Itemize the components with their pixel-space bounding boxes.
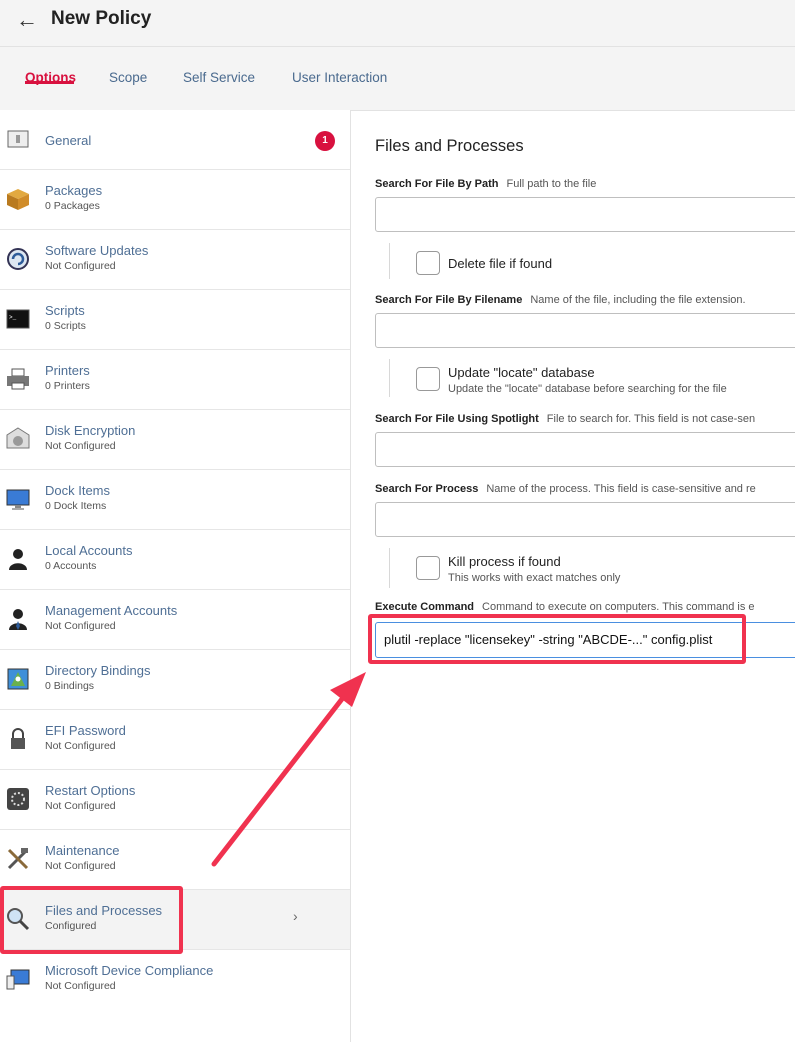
tools-icon (7, 848, 29, 870)
update-locate-checkbox[interactable] (416, 367, 440, 391)
update-locate-label: Update "locate" database (448, 365, 595, 380)
terminal-icon: >_ (6, 309, 30, 329)
command-highlight-box (368, 614, 746, 664)
sidebar-item-label: Printers (45, 363, 90, 378)
sidebar-item-management-accounts[interactable]: Management Accounts Not Configured (0, 590, 350, 650)
sidebar-item-local-accounts[interactable]: Local Accounts 0 Accounts (0, 530, 350, 590)
device-compliance-icon (6, 969, 30, 990)
directory-icon (7, 668, 29, 690)
printer-icon (7, 368, 29, 390)
monitor-icon (6, 489, 30, 510)
sidebar-item-label: Local Accounts (45, 543, 133, 558)
update-locate-hint: Update the "locate" database before sear… (448, 383, 727, 395)
indent-divider (389, 548, 390, 588)
execute-command-label: Execute Command Command to execute on com… (375, 601, 755, 613)
sidebar-item-label: EFI Password (45, 723, 126, 738)
sidebar-item-status: 0 Packages (45, 200, 100, 212)
search-by-filename-label: Search For File By Filename Name of the f… (375, 294, 746, 306)
sidebar-item-status: Not Configured (45, 440, 116, 452)
sidebar-item-status: Not Configured (45, 980, 116, 992)
sidebar-item-status: 0 Printers (45, 380, 90, 392)
sidebar-item-restart-options[interactable]: Restart Options Not Configured (0, 770, 350, 830)
sidebar-item-software-updates[interactable]: Software Updates Not Configured (0, 230, 350, 290)
search-spotlight-label: Search For File Using Spotlight File to s… (375, 413, 756, 425)
lock-icon (11, 728, 25, 749)
package-icon (7, 189, 29, 210)
kill-process-hint: This works with exact matches only (448, 572, 621, 584)
sidebar-item-label: Scripts (45, 303, 85, 318)
tab-bar: Options Scope Self Service User Interact… (0, 47, 795, 111)
delete-file-checkbox[interactable] (416, 251, 440, 275)
search-by-path-label: Search For File By Path Full path to the … (375, 178, 597, 190)
tab-user-interaction[interactable]: User Interaction (292, 70, 387, 85)
sidebar-item-label: Maintenance (45, 843, 120, 858)
restart-icon (7, 788, 29, 810)
sidebar-item-status: Not Configured (45, 800, 116, 812)
section-title: Files and Processes (375, 137, 524, 155)
sidebar-item-label: Disk Encryption (45, 423, 136, 438)
sidebar-item-microsoft-device-compliance[interactable]: Microsoft Device Compliance Not Configur… (0, 950, 350, 1010)
indent-divider (389, 243, 390, 279)
indent-divider (389, 359, 390, 397)
search-process-input[interactable] (375, 502, 795, 537)
delete-file-label: Delete file if found (448, 256, 553, 271)
chevron-right-icon: › (293, 908, 298, 924)
kill-process-label: Kill process if found (448, 554, 561, 569)
general-icon (7, 130, 29, 148)
sidebar-item-efi-password[interactable]: EFI Password Not Configured (0, 710, 350, 770)
sidebar-item-directory-bindings[interactable]: Directory Bindings 0 Bindings (0, 650, 350, 710)
main-panel: Files and Processes Search For File By P… (351, 110, 795, 1042)
sidebar-item-status: Not Configured (45, 740, 116, 752)
sidebar-item-status: Not Configured (45, 860, 116, 872)
search-by-path-input[interactable] (375, 197, 795, 232)
sidebar-item-maintenance[interactable]: Maintenance Not Configured (0, 830, 350, 890)
sidebar-item-printers[interactable]: Printers 0 Printers (0, 350, 350, 410)
sidebar-item-status: 0 Scripts (45, 320, 86, 332)
kill-process-checkbox[interactable] (416, 556, 440, 580)
sidebar-highlight-box (0, 886, 183, 954)
sidebar-item-label: Directory Bindings (45, 663, 151, 678)
active-tab-indicator (25, 81, 74, 84)
sidebar-item-label: General (45, 133, 92, 148)
search-process-label: Search For Process Name of the process. T… (375, 483, 756, 495)
tab-self-service[interactable]: Self Service (183, 70, 255, 85)
sidebar-item-label: Management Accounts (45, 603, 178, 618)
page-title: New Policy (51, 8, 152, 29)
sidebar-item-label: Restart Options (45, 783, 136, 798)
sidebar-item-status: Not Configured (45, 620, 116, 632)
manager-icon (9, 609, 27, 630)
software-update-icon (7, 248, 29, 270)
sidebar-item-status: 0 Bindings (45, 680, 95, 692)
sidebar-item-dock-items[interactable]: Dock Items 0 Dock Items (0, 470, 350, 530)
sidebar-item-label: Microsoft Device Compliance (45, 963, 214, 978)
sidebar-item-status: 0 Accounts (45, 560, 97, 572)
arrow-left-icon[interactable]: ← (16, 7, 38, 33)
sidebar-item-label: Dock Items (45, 483, 111, 498)
sidebar-item-general[interactable]: General 1 (0, 110, 350, 170)
search-spotlight-input[interactable] (375, 432, 795, 467)
header-bar: ← New Policy (0, 0, 795, 47)
sidebar-item-status: Not Configured (45, 260, 116, 272)
sidebar-item-packages[interactable]: Packages 0 Packages (0, 170, 350, 230)
sidebar-item-status: 0 Dock Items (45, 500, 107, 512)
sidebar-item-disk-encryption[interactable]: Disk Encryption Not Configured (0, 410, 350, 470)
sidebar-item-label: Packages (45, 183, 103, 198)
user-icon (9, 549, 27, 570)
tab-scope[interactable]: Scope (109, 70, 147, 85)
sidebar-item-label: Software Updates (45, 243, 149, 258)
sidebar-item-scripts[interactable]: >_ Scripts 0 Scripts (0, 290, 350, 350)
search-by-filename-input[interactable] (375, 313, 795, 348)
svg-text:>_: >_ (9, 314, 17, 321)
disk-encryption-icon (6, 427, 30, 449)
alert-badge: 1 (315, 131, 335, 151)
